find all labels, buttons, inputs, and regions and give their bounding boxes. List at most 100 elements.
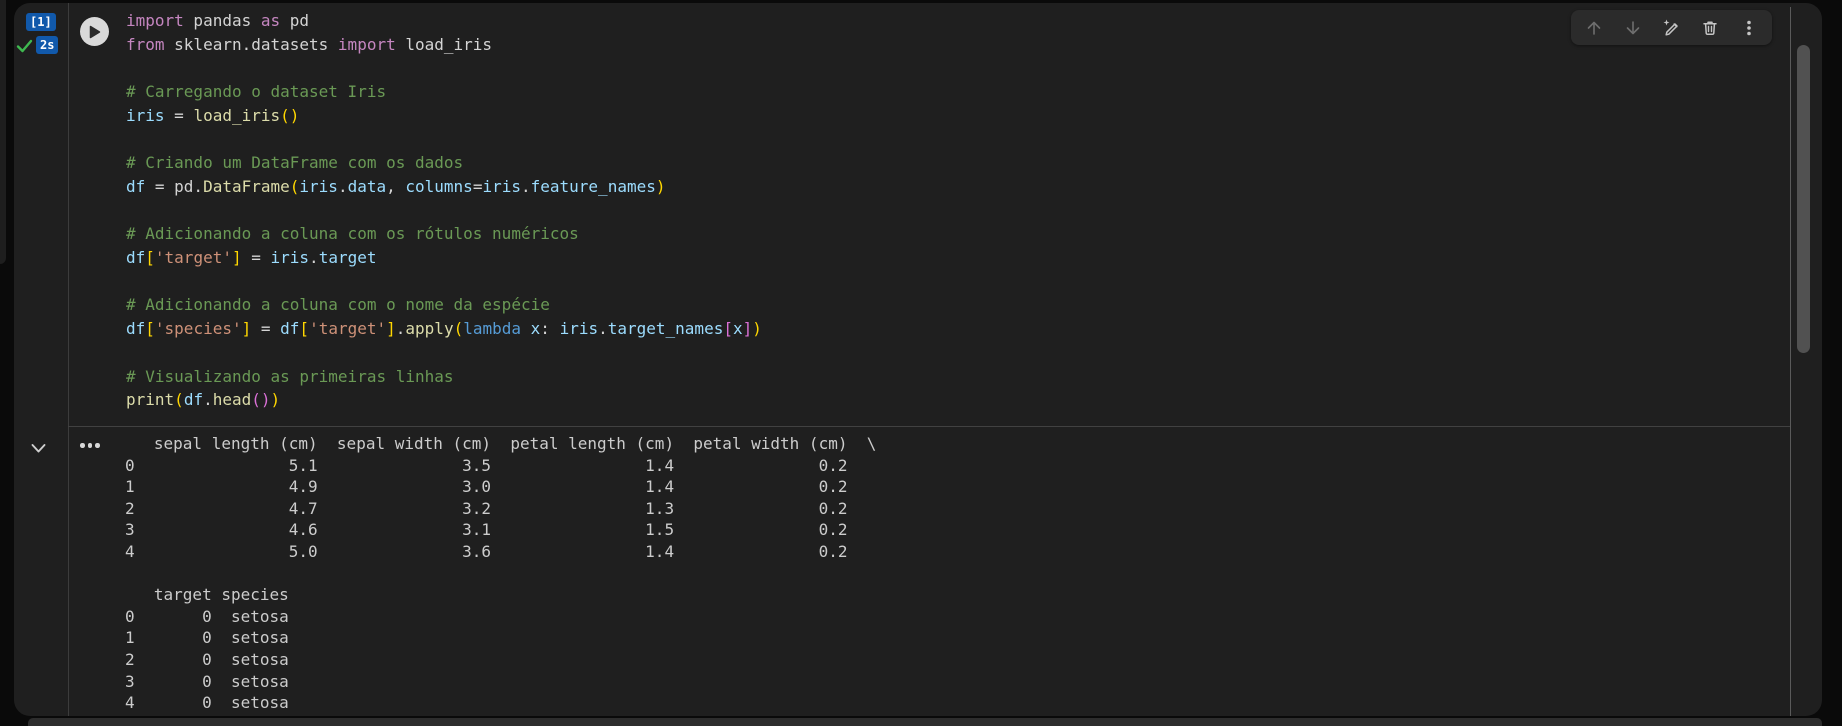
code-line[interactable]: df['species'] = df['target'].apply(lambd… (126, 317, 762, 341)
ellipsis-icon (80, 443, 85, 448)
move-down-icon (1626, 20, 1640, 34)
delete-cell-button[interactable] (1696, 15, 1724, 41)
code-token: = (241, 248, 271, 268)
output-options-button[interactable] (80, 443, 100, 448)
code-token: () (280, 105, 300, 125)
execution-time-badge: 2s (36, 36, 59, 54)
code-token: pandas (183, 11, 261, 30)
code-token: df (126, 176, 146, 196)
code-line[interactable]: df = pd.DataFrame(iris.data, columns=iri… (126, 175, 762, 199)
code-token: df (183, 390, 204, 410)
code-line[interactable] (126, 270, 762, 294)
code-token: from (126, 34, 165, 54)
code-token: = (251, 319, 281, 339)
code-token: load_iris (395, 34, 493, 54)
code-token: # Adicionando a coluna com o nome da esp… (126, 295, 550, 315)
code-token: apply (405, 319, 454, 339)
code-token: target (318, 248, 377, 268)
code-token: pd (280, 11, 310, 30)
code-token: x (732, 319, 743, 339)
code-token: data (347, 176, 387, 196)
code-token: ) (655, 176, 666, 196)
code-token: , (386, 176, 406, 196)
code-token: iris (299, 176, 338, 196)
code-token: ) (752, 319, 762, 339)
code-token: columns (405, 176, 473, 196)
code-token: as (260, 11, 281, 30)
code-token: head (212, 390, 252, 410)
code-token: feature_names (530, 176, 656, 196)
scrollbar-thumb[interactable] (1797, 45, 1810, 353)
code-token: ( (174, 390, 184, 410)
more-actions-icon (1746, 20, 1751, 35)
code-token: . (395, 319, 406, 339)
code-token: 'species' (154, 319, 242, 339)
notebook-cell: [1] 2s import pandas as pd from sklearn.… (14, 3, 1822, 716)
sparkle-edit-icon (1663, 19, 1678, 36)
code-token: df (280, 319, 300, 339)
cell-output-text: sepal length (cm) sepal width (cm) petal… (125, 434, 877, 713)
code-line[interactable]: from sklearn.datasets import load_iris (126, 33, 762, 57)
code-line[interactable]: # Criando um DataFrame com os dados (126, 151, 762, 175)
run-cell-button[interactable] (80, 17, 109, 46)
code-token: load_iris (193, 105, 281, 125)
code-token: iris (270, 248, 310, 268)
code-token: iris (482, 176, 521, 196)
code-line[interactable]: print(df.head()) (126, 388, 762, 412)
code-token: [ (145, 319, 155, 339)
move-up-button[interactable] (1580, 15, 1608, 41)
code-token: . (520, 176, 531, 196)
sparkle-edit-button[interactable] (1657, 15, 1685, 41)
code-token: iris (126, 105, 165, 125)
code-token: . (309, 248, 319, 268)
code-token: # Carregando o dataset Iris (126, 82, 387, 102)
code-token: [ (723, 319, 733, 339)
code-token: import (126, 11, 184, 30)
code-token: df (126, 319, 146, 339)
code-line[interactable]: df['target'] = iris.target (126, 246, 762, 270)
code-editor[interactable]: import pandas as pd from sklearn.datasets… (126, 9, 762, 412)
code-token: : (540, 319, 560, 339)
next-cell-edge (28, 718, 1822, 726)
move-down-button[interactable] (1619, 15, 1647, 41)
code-line[interactable]: import pandas as pd (126, 9, 762, 33)
code-token: sklearn.datasets (164, 34, 338, 54)
code-line[interactable]: # Adicionando a coluna com os rótulos nu… (126, 222, 762, 246)
collapse-output-button[interactable] (30, 439, 47, 458)
play-icon (89, 25, 101, 38)
code-line[interactable] (126, 341, 762, 365)
cell-toolbar (1571, 10, 1772, 45)
code-token: [ (145, 248, 155, 268)
code-token: # Adicionando a coluna com os rótulos nu… (126, 224, 579, 244)
code-token: . (337, 176, 348, 196)
code-token: ] (231, 248, 242, 268)
code-token: x (530, 319, 541, 339)
code-token: = (472, 176, 483, 196)
code-line[interactable]: iris = load_iris() (126, 104, 762, 128)
code-line[interactable] (126, 199, 762, 223)
more-actions-button[interactable] (1735, 15, 1763, 41)
code-token: ] (386, 319, 396, 339)
code-line[interactable]: # Adicionando a coluna com o nome da esp… (126, 293, 762, 317)
code-token: # Visualizando as primeiras linhas (126, 366, 454, 386)
code-line[interactable] (126, 128, 762, 152)
code-token: ] (241, 319, 252, 339)
code-token: . (203, 390, 213, 410)
code-token: ( (453, 319, 464, 339)
code-token: ) (270, 390, 281, 410)
adjacent-panel-edge (0, 0, 6, 264)
move-up-icon (1587, 21, 1601, 35)
code-token: ] (742, 319, 753, 339)
delete-icon (1703, 20, 1717, 35)
code-line[interactable]: # Visualizando as primeiras linhas (126, 365, 762, 389)
code-token: lambda (463, 319, 522, 339)
code-token: import (337, 34, 396, 54)
code-token: target_names (607, 319, 724, 339)
code-token: 'target' (154, 248, 232, 268)
code-token: = pd. (145, 176, 204, 196)
code-output-divider (68, 426, 1791, 427)
code-line[interactable] (126, 56, 762, 80)
code-token: df (126, 248, 146, 268)
code-token: [ (299, 319, 310, 339)
code-line[interactable]: # Carregando o dataset Iris (126, 80, 762, 104)
